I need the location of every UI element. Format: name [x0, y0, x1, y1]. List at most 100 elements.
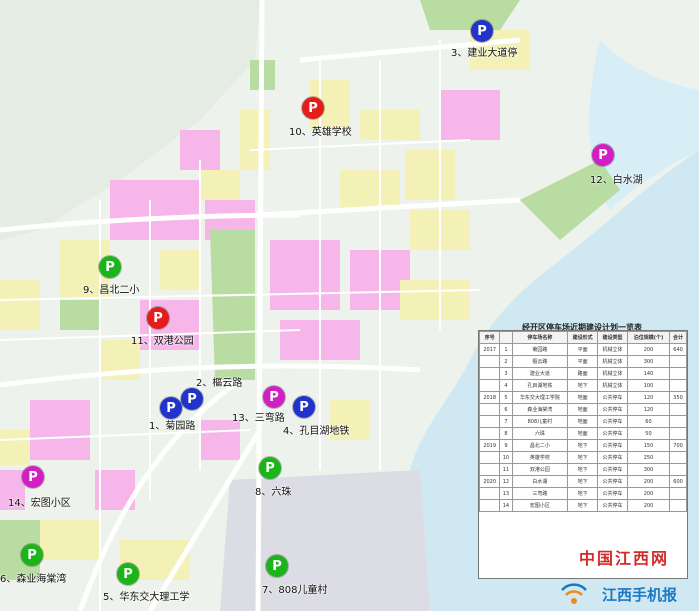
table-header-cell: 泊位规模(个) [626, 331, 671, 344]
table-row: 6 森业海棠湾 地面 公共停车 120 [478, 403, 687, 416]
table-header-cell [499, 331, 513, 344]
table-cell: 平面 [567, 355, 599, 368]
table-cell: 平面 [567, 343, 599, 356]
table-cell [669, 415, 687, 428]
table-row: 10 英雄学校 地下 公共停车 250 [478, 451, 687, 464]
table-header-row: 序号 停车场名称 建设形式 建设类型 泊位规模(个) 合计 [478, 331, 687, 344]
wifi-logo-icon [561, 583, 587, 604]
parking-marker-9[interactable]: P [99, 256, 121, 278]
parking-marker-1[interactable]: P [160, 397, 182, 419]
parking-marker-2[interactable]: P [181, 388, 203, 410]
table-cell: 12 [499, 475, 513, 488]
marker-label-5: 5、华东交大理工学 [103, 592, 190, 603]
table-cell: 公共停车 [597, 427, 628, 440]
table-cell: 地下 [567, 451, 599, 464]
table-cell: 昌北二小 [511, 439, 569, 452]
table-cell: 地下 [567, 475, 599, 488]
table-cell [669, 403, 687, 416]
table-cell [478, 463, 501, 476]
table-cell: 地下 [567, 439, 599, 452]
table-cell: 菊园路 [511, 343, 569, 356]
table-cell: 150 [626, 439, 671, 452]
table-cell: 120 [626, 391, 671, 404]
marker-label-4: 4、孔目湖地铁 [283, 426, 350, 437]
table-header-cell: 建设类型 [597, 331, 628, 344]
parking-marker-3[interactable]: P [471, 20, 493, 42]
table-cell: 200 [626, 475, 671, 488]
table-cell: 公共停车 [597, 463, 628, 476]
table-cell: 森业海棠湾 [511, 403, 569, 416]
table-cell: 地面 [567, 415, 599, 428]
table-cell: 350 [669, 391, 687, 404]
table-cell: 600 [669, 475, 687, 488]
table-cell: 14 [499, 499, 513, 512]
table-cell: 200 [626, 487, 671, 500]
table-cell: 地下 [567, 499, 599, 512]
table-cell: 3 [499, 367, 513, 380]
table-row: 2019 9 昌北二小 地下 公共停车 150 700 [478, 439, 687, 452]
table-cell: 地下 [567, 487, 599, 500]
table-cell: 1 [499, 343, 513, 356]
table-cell [478, 499, 501, 512]
table-row: 2017 1 菊园路 平面 机械立体 200 640 [478, 343, 687, 356]
table-cell: 300 [626, 355, 671, 368]
table-header-cell: 序号 [478, 331, 501, 344]
table-cell: 建业大道 [511, 367, 569, 380]
table-cell: 250 [626, 451, 671, 464]
parking-marker-8[interactable]: P [259, 457, 281, 479]
table-cell: 宏图小区 [511, 499, 569, 512]
table-cell: 路面 [567, 367, 599, 380]
table-cell: 六珠 [511, 427, 569, 440]
table-cell: 公共停车 [597, 391, 628, 404]
table-cell: 11 [499, 463, 513, 476]
table-cell: 9 [499, 439, 513, 452]
table-cell: 300 [626, 463, 671, 476]
marker-label-7: 7、808儿童村 [262, 585, 328, 596]
table-cell [478, 427, 501, 440]
table-row: 2020 12 白水湖 地下 公共停车 200 600 [478, 475, 687, 488]
table-cell: 白水湖 [511, 475, 569, 488]
table-cell: 200 [626, 343, 671, 356]
table-cell: 公共停车 [597, 403, 628, 416]
parking-marker-10[interactable]: P [302, 97, 324, 119]
parking-marker-14[interactable]: P [22, 466, 44, 488]
watermark-brand-bottom: 江西手机报 [601, 586, 677, 604]
table-cell: 2019 [478, 439, 501, 452]
table-row: 7 808儿童村 地面 公共停车 60 [478, 415, 687, 428]
table-header-cell: 合计 [669, 331, 687, 344]
marker-label-1: 1、菊园路 [149, 421, 196, 432]
parking-marker-5[interactable]: P [117, 563, 139, 585]
marker-label-8: 8、六珠 [255, 487, 292, 498]
table-cell: 5 [499, 391, 513, 404]
table-cell: 公共停车 [597, 475, 628, 488]
table-row: 2018 5 华东交大理工学院 地面 公共停车 120 350 [478, 391, 687, 404]
table-cell: 公共停车 [597, 451, 628, 464]
parking-marker-12[interactable]: P [592, 144, 614, 166]
table-cell: 华东交大理工学院 [511, 391, 569, 404]
table-cell: 公共停车 [597, 487, 628, 500]
parking-marker-13[interactable]: P [263, 386, 285, 408]
table-cell: 120 [626, 403, 671, 416]
parking-marker-11[interactable]: P [147, 307, 169, 329]
table-cell [669, 367, 687, 380]
parking-marker-7[interactable]: P [266, 555, 288, 577]
table-cell: 机械立体 [597, 367, 628, 380]
table-cell: 公共停车 [597, 439, 628, 452]
table-cell: 808儿童村 [511, 415, 569, 428]
table-cell: 公共停车 [597, 415, 628, 428]
marker-label-9: 9、昌北二小 [83, 285, 140, 296]
table-cell: 8 [499, 427, 513, 440]
table-cell: 640 [669, 343, 687, 356]
table-cell [478, 379, 501, 392]
table-cell: 6 [499, 403, 513, 416]
table-row: 13 三弯路 地下 公共停车 200 [478, 487, 687, 500]
parking-marker-6[interactable]: P [21, 544, 43, 566]
parking-marker-4[interactable]: P [293, 396, 315, 418]
table-cell [669, 499, 687, 512]
table-cell: 机械立体 [597, 379, 628, 392]
marker-label-10: 10、英雄学校 [289, 127, 352, 138]
table-cell: 英雄学校 [511, 451, 569, 464]
road-label-2: 2、樞云路 [196, 378, 243, 389]
table-cell: 地面 [567, 427, 599, 440]
table-row: 11 双港公园 地下 公共停车 300 [478, 463, 687, 476]
